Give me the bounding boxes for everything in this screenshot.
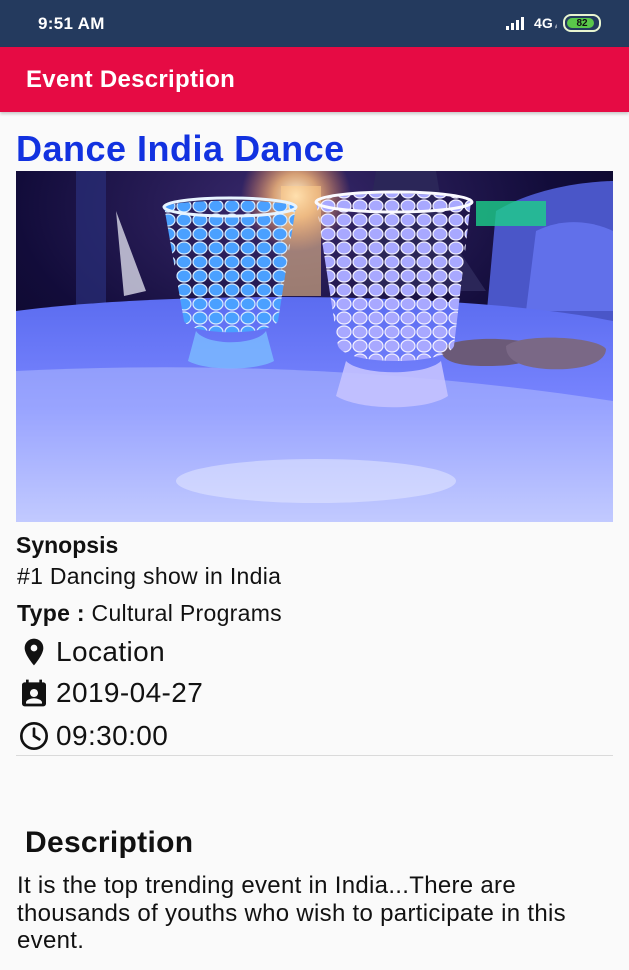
time-row: 09:30:00 — [18, 720, 168, 752]
type-row: Type : Cultural Programs — [17, 600, 282, 627]
location-row: Location — [18, 636, 165, 668]
event-title: Dance India Dance — [16, 128, 345, 169]
network-label: 4G — [534, 15, 553, 31]
type-label: Type : — [17, 600, 85, 626]
location-text: Location — [56, 636, 166, 667]
divider — [16, 755, 613, 756]
calendar-icon — [22, 679, 46, 707]
status-indicators: 4G ᵢₗ 82 — [506, 14, 601, 32]
battery-icon: 82 — [563, 14, 601, 32]
app-bar-title: Event Description — [26, 66, 236, 93]
status-time: 9:51 AM — [38, 14, 105, 33]
app-bar: Event Description — [0, 47, 629, 112]
location-pin-icon — [24, 638, 44, 666]
signal-icon — [506, 16, 528, 30]
status-bar: 9:51 AM 4G ᵢₗ 82 — [0, 0, 629, 47]
time-text: 09:30:00 — [56, 720, 169, 751]
synopsis-text: #1 Dancing show in India — [17, 563, 282, 589]
type-value: Cultural Programs — [91, 600, 282, 626]
description-text: It is the top trending event in India...… — [17, 872, 566, 954]
battery-level: 82 — [576, 17, 588, 29]
event-image — [16, 171, 613, 522]
date-text: 2019-04-27 — [56, 677, 204, 708]
synopsis-heading: Synopsis — [16, 532, 119, 558]
description-heading: Description — [25, 826, 194, 859]
clock-icon — [20, 722, 48, 750]
network-sub-label: ᵢₗ — [554, 23, 557, 30]
date-row: 2019-04-27 — [18, 677, 203, 709]
